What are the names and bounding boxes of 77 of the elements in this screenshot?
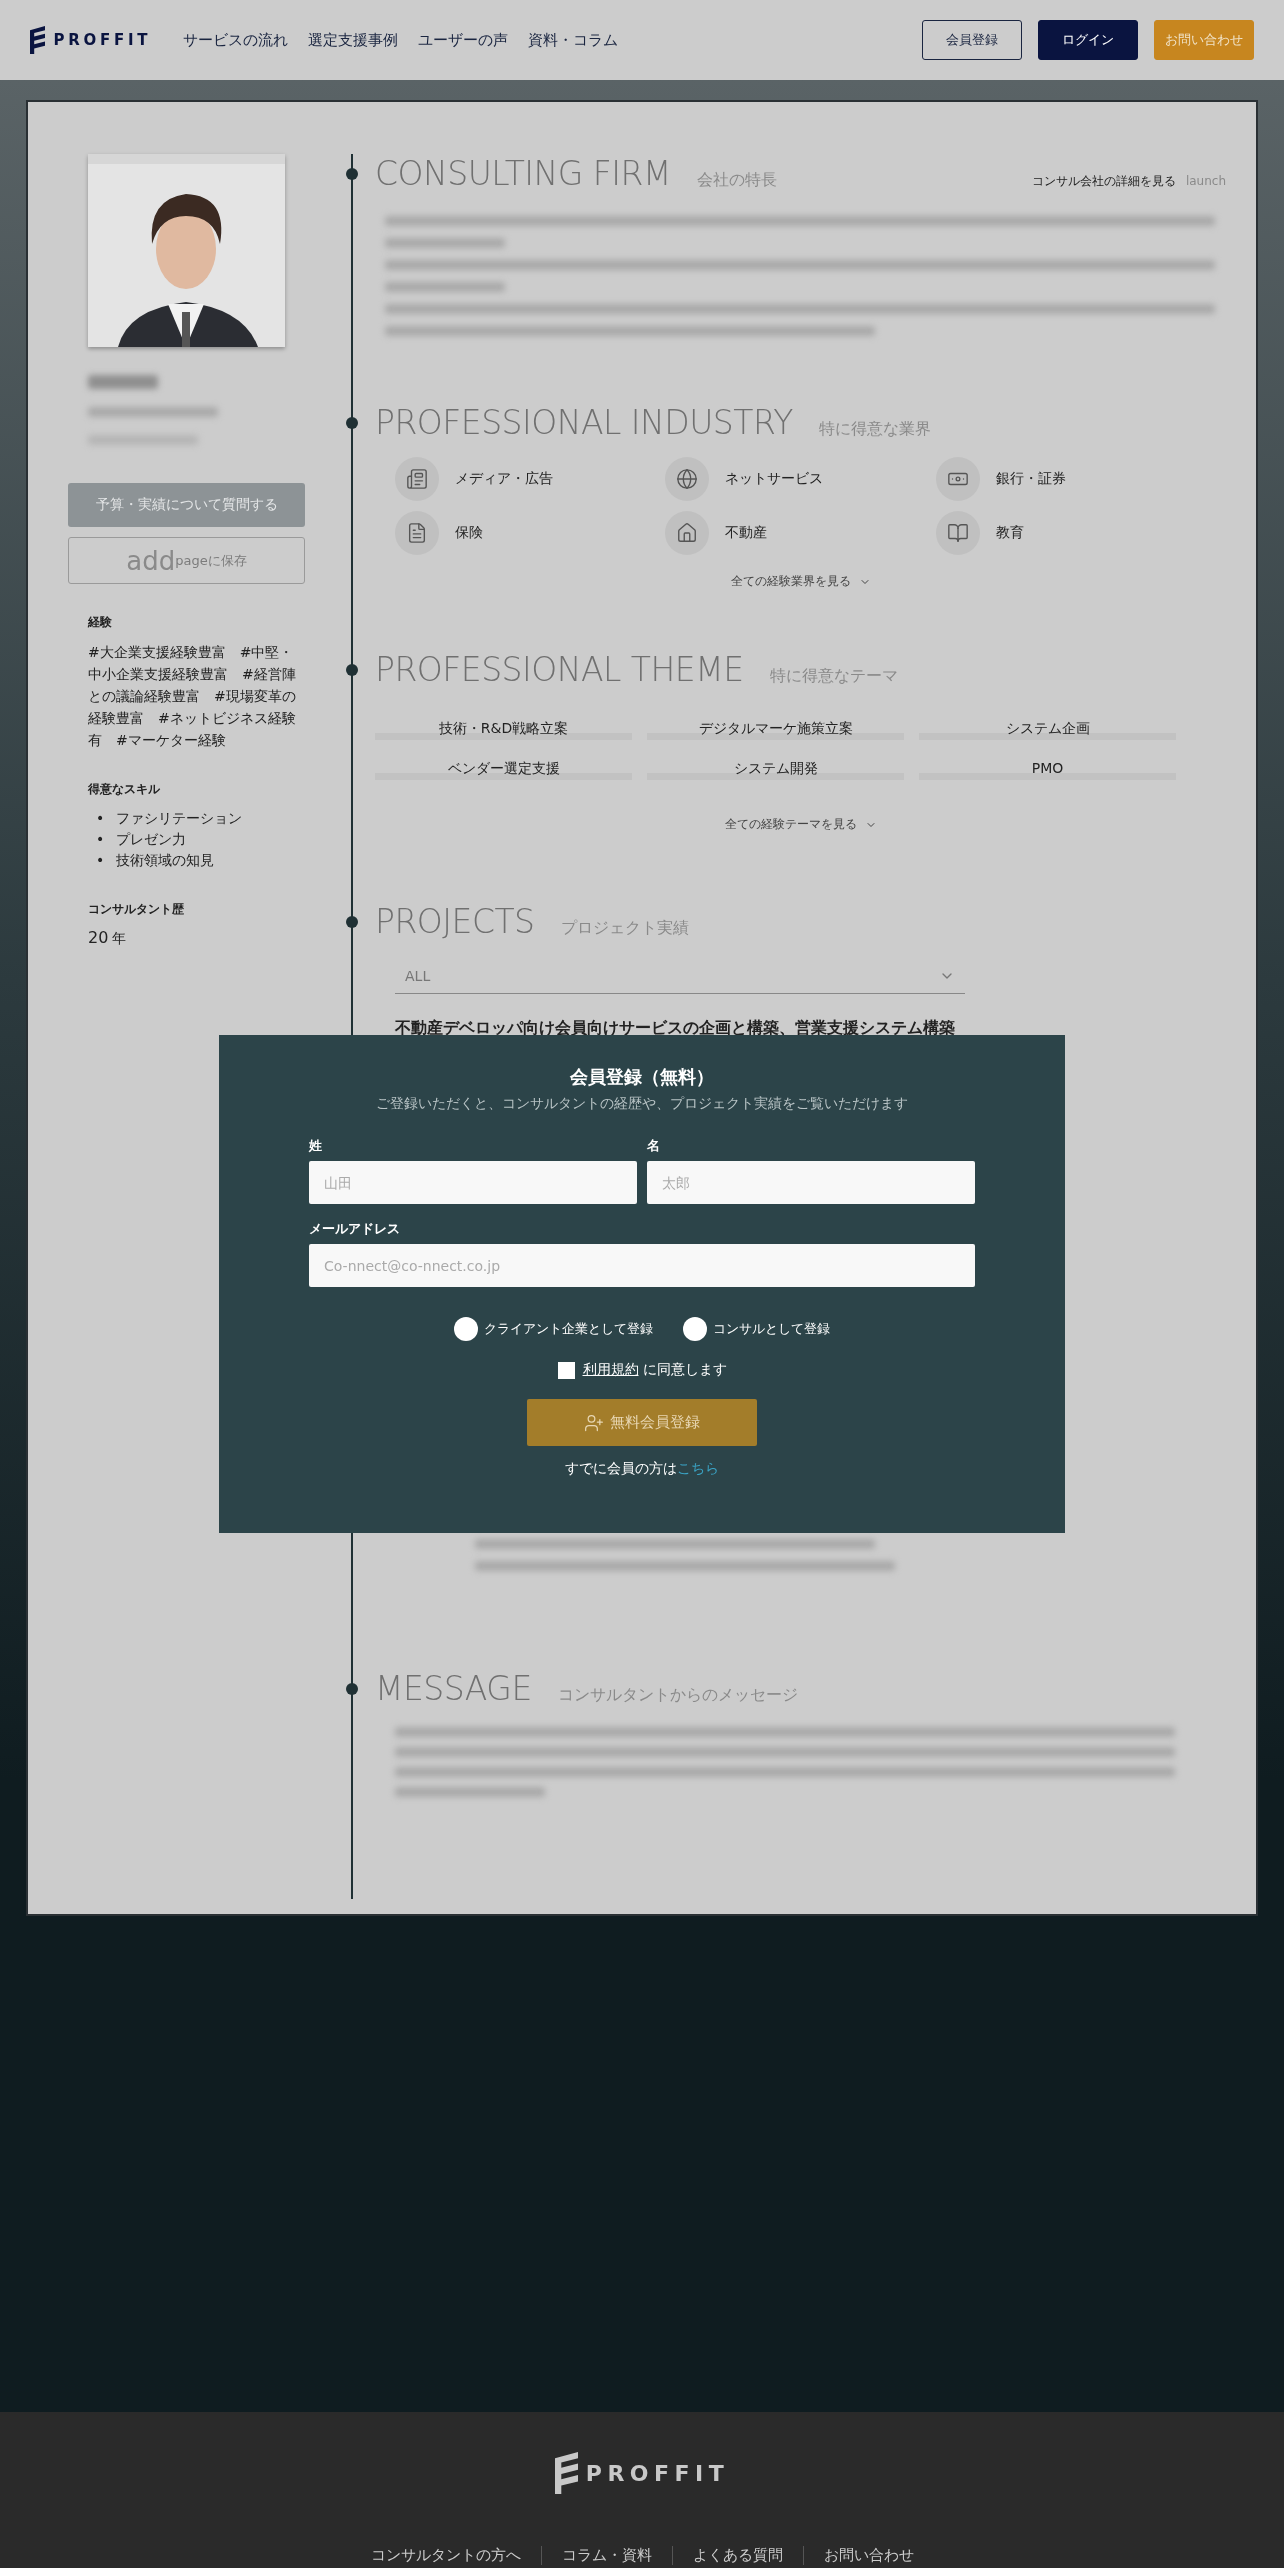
firm-details-link[interactable]: コンサル会社の詳細を見る launch: [1031, 173, 1226, 190]
email-field[interactable]: Co-nnect@co-nnect.co.jp: [309, 1244, 975, 1287]
field-label: 姓: [309, 1137, 323, 1155]
industry-label: 不動産: [725, 524, 768, 542]
terms-link[interactable]: 利用規約: [582, 1361, 639, 1379]
login-prompt: すでに会員の方は: [565, 1460, 677, 1478]
footer-link[interactable]: コラム・資料: [540, 2546, 672, 2565]
industry-label: メディア・広告: [455, 470, 553, 488]
section-subtitle: 会社の特長: [696, 170, 777, 191]
theme-tag: 技術・R&D戦略立案: [375, 720, 632, 740]
theme-tag: システム企画: [919, 720, 1176, 740]
industry-label: 教育: [995, 524, 1024, 542]
logo-icon: [30, 26, 46, 54]
logo-icon: [554, 2452, 578, 2494]
nav-link[interactable]: サービスの流れ: [183, 30, 289, 50]
last-name-field[interactable]: 山田: [309, 1161, 637, 1204]
section-subtitle: コンサルタントからのメッセージ: [557, 1685, 798, 1706]
radio-button[interactable]: [683, 1317, 707, 1341]
newspaper-icon: [395, 457, 439, 501]
field-label: 名: [647, 1137, 661, 1155]
industry-label: 銀行・証券: [995, 470, 1066, 488]
nav-link[interactable]: 選定支援事例: [308, 30, 399, 50]
footer-link[interactable]: よくある質問: [671, 2546, 803, 2565]
banknote-icon: [935, 457, 980, 501]
add-user-icon: [584, 1412, 604, 1433]
section-title: MESSAGE: [375, 1669, 532, 1709]
document-icon: [395, 511, 439, 555]
section-subtitle: 特に得意なテーマ: [769, 666, 898, 687]
header-button[interactable]: ログイン: [1038, 20, 1138, 60]
field-label: メールアドレス: [309, 1220, 401, 1238]
house-icon: [665, 511, 710, 555]
theme-tag: システム開発: [647, 760, 904, 780]
industry-label: 保険: [455, 524, 483, 542]
modal-title: 会員登録（無料）: [570, 1065, 714, 1089]
radio-label: クライアント企業として登録: [484, 1320, 653, 1338]
bullet: •: [96, 851, 104, 870]
skill-item: プレゼン力: [116, 830, 186, 849]
experience-heading: 経験: [88, 614, 113, 631]
footer-link[interactable]: お問い合わせ: [802, 2546, 934, 2565]
show-all-themes-link[interactable]: 全ての経験テーマを見る: [724, 816, 877, 833]
theme-tag: PMO: [919, 760, 1176, 780]
bullet: •: [96, 830, 104, 849]
industry-label: ネットサービス: [725, 470, 824, 488]
section-subtitle: プロジェクト実績: [560, 918, 689, 939]
globe-icon: [665, 457, 710, 501]
section-subtitle: 特に得意な業界: [818, 419, 931, 440]
section-title: CONSULTING FIRM: [375, 154, 671, 194]
show-all-industries-link[interactable]: 全ての経験業界を見る: [730, 573, 871, 590]
section-title: PROJECTS: [375, 902, 535, 942]
footer-link[interactable]: コンサルタントの方へ: [350, 2546, 541, 2565]
header-button[interactable]: 会員登録: [922, 20, 1022, 60]
modal-subtitle: ご登録いただくと、コンサルタントの経歴や、プロジェクト実績をご覧いただけます: [376, 1095, 908, 1113]
terms-text: に同意します: [642, 1361, 727, 1379]
nav-link[interactable]: 資料・コラム: [528, 30, 619, 50]
login-link[interactable]: こちら: [677, 1460, 719, 1478]
career-unit: 年: [112, 930, 127, 948]
logo-text[interactable]: PROFFIT: [53, 31, 152, 49]
section-title: PROFESSIONAL INDUSTRY: [375, 403, 793, 443]
first-name-field[interactable]: 太郎: [647, 1161, 975, 1204]
footer-logo-text[interactable]: PROFFIT: [585, 2460, 730, 2486]
bullet: •: [96, 809, 104, 828]
terms-checkbox[interactable]: [557, 1361, 575, 1379]
theme-tag: ベンダー選定支援: [375, 760, 632, 780]
skill-item: 技術領域の知見: [116, 851, 214, 870]
project-title: 不動産デベロッパ向け会員向けサービスの企画と構築、営業支援システム構築: [395, 1018, 956, 1039]
career-years: 20: [88, 928, 109, 947]
blurred-name: [88, 375, 158, 389]
section-title: PROFESSIONAL THEME: [375, 650, 744, 690]
theme-tag: デジタルマーケ施策立案: [647, 720, 904, 740]
career-heading: コンサルタント歴: [88, 901, 185, 918]
skills-heading: 得意なスキル: [88, 781, 161, 798]
nav-link[interactable]: ユーザーの声: [418, 30, 509, 50]
skill-item: ファシリテーション: [116, 809, 242, 828]
radio-button[interactable]: [454, 1317, 478, 1341]
experience-tags: #大企業支援経験豊富 #中堅・中小企業支援経験豊富 #経営陣との議論経験豊富 #現場変革の経験豊富 #ネットビジネス経験有 #マーケター経験: [88, 641, 305, 751]
book-icon: [935, 511, 980, 555]
radio-label: コンサルとして登録: [713, 1320, 830, 1338]
